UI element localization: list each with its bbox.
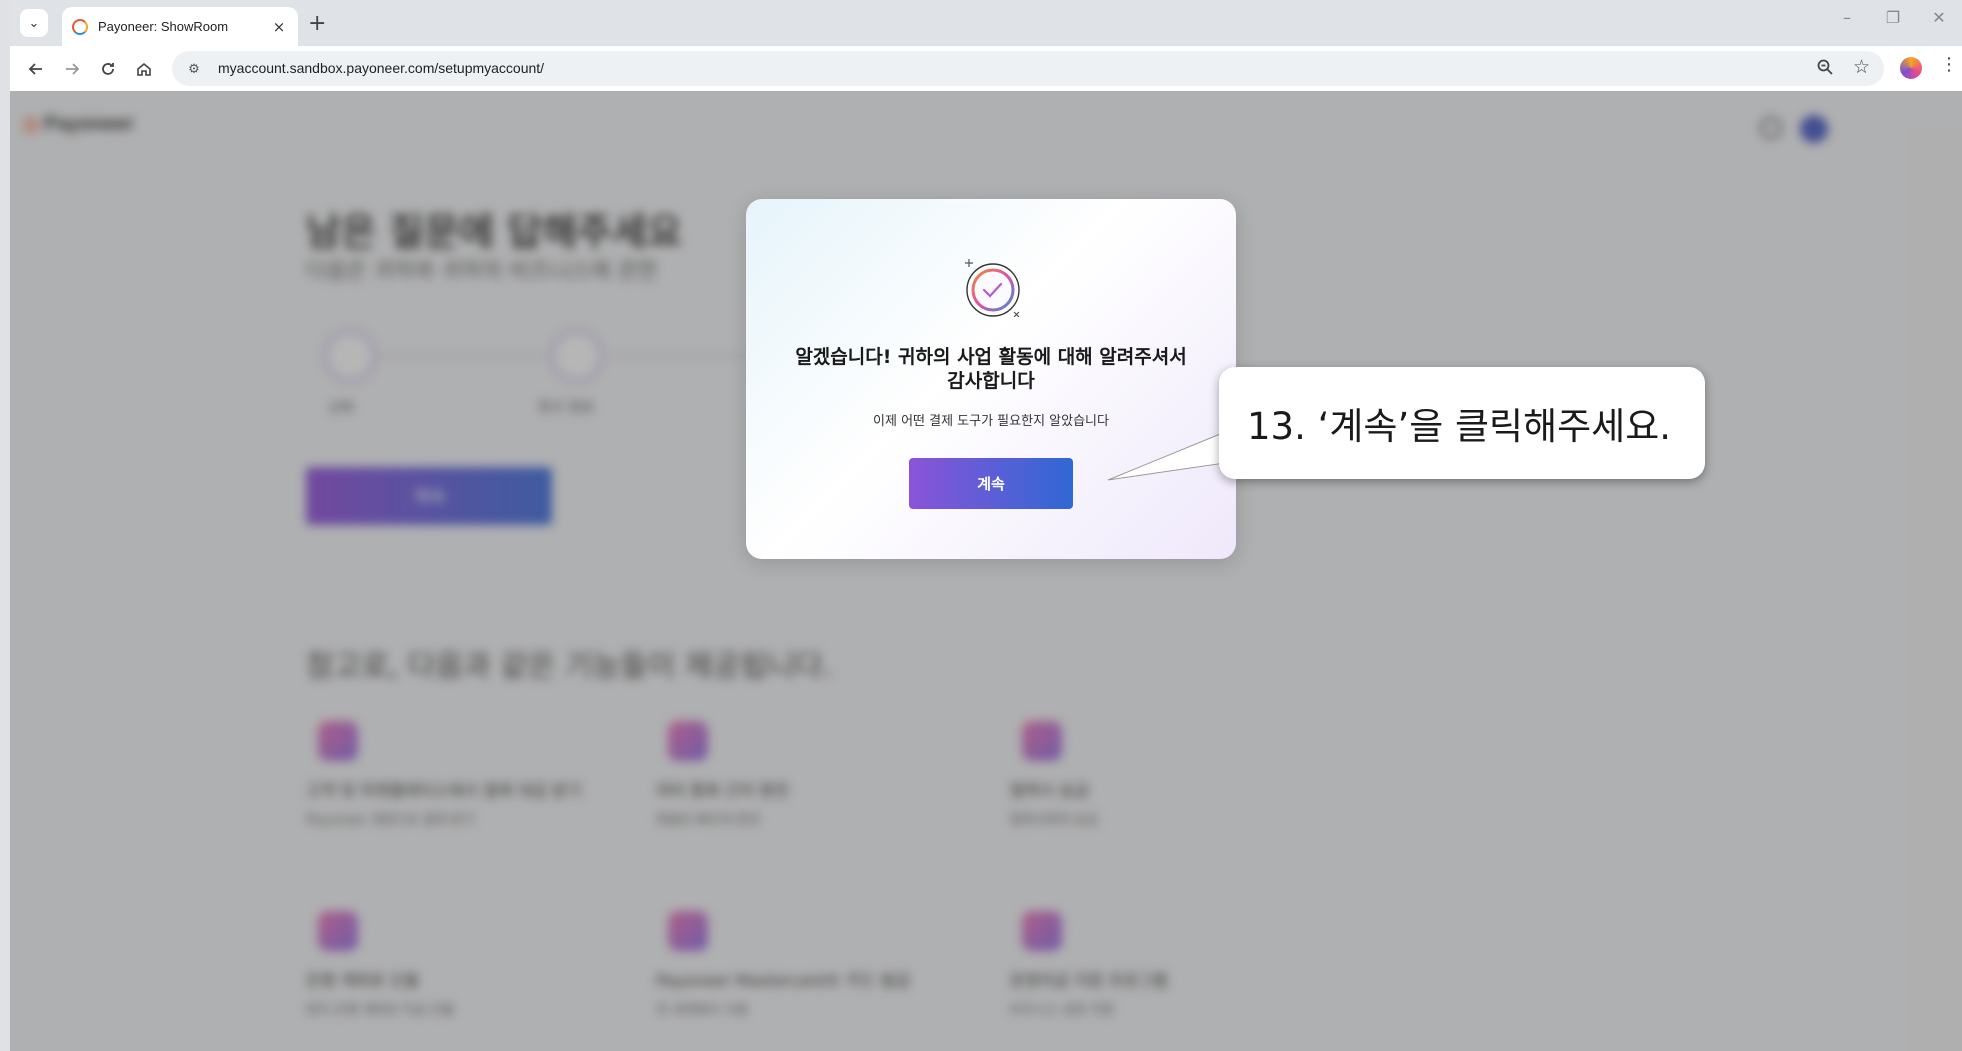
restore-button[interactable]: ❐ [1870, 8, 1916, 27]
reload-icon [102, 63, 114, 75]
page-viewport: Payoneer 남은 질문에 답해주세요 다음은 귀하와 귀하의 비즈니스에 … [10, 91, 1962, 1051]
modal-title: 알겠습니다! 귀하의 사업 활동에 대해 알려주셔서 감사합니다 [795, 346, 1187, 392]
minimize-button[interactable]: – [1824, 8, 1870, 27]
home-button[interactable] [130, 55, 158, 83]
tab-close-icon[interactable]: × [270, 18, 288, 36]
continue-button[interactable]: 계속 [909, 458, 1073, 509]
profile-avatar[interactable] [1900, 57, 1922, 79]
forward-button[interactable] [58, 55, 86, 83]
tab-title: Payoneer: ShowRoom [98, 19, 229, 34]
home-icon [137, 62, 151, 76]
tab-strip: ⌄ Payoneer: ShowRoom × + – ❐ ✕ [10, 0, 1962, 46]
browser-toolbar: ⚙ myaccount.sandbox.payoneer.com/setupmy… [10, 46, 1962, 91]
window-controls: – ❐ ✕ [1824, 8, 1962, 27]
url-text[interactable]: myaccount.sandbox.payoneer.com/setupmyac… [218, 60, 544, 76]
confirmation-modal: 알겠습니다! 귀하의 사업 활동에 대해 알려주셔서 감사합니다 이제 어떤 결… [746, 199, 1236, 559]
tab-search-button[interactable]: ⌄ [20, 9, 48, 37]
check-badge-icon [965, 259, 1020, 317]
zoom-icon[interactable] [1816, 58, 1834, 76]
new-tab-button[interactable]: + [308, 11, 326, 36]
payoneer-favicon-icon [72, 18, 88, 35]
instruction-callout: 13. ‘계속’을 클릭해주세요. [1219, 367, 1705, 479]
address-bar[interactable]: ⚙ myaccount.sandbox.payoneer.com/setupmy… [172, 51, 1884, 86]
star-icon[interactable]: ☆ [1853, 56, 1870, 78]
back-button[interactable] [22, 55, 50, 83]
arrow-left-icon [28, 63, 42, 75]
close-window-button[interactable]: ✕ [1916, 8, 1962, 27]
tune-icon[interactable]: ⚙ [184, 59, 204, 79]
callout-text: 13. ‘계속’을 클릭해주세요. [1247, 405, 1672, 448]
modal-description: 이제 어떤 결제 도구가 필요한지 알았습니다 [873, 414, 1109, 429]
arrow-right-icon [66, 63, 80, 75]
reload-button[interactable] [94, 55, 122, 83]
chevron-down-icon: ⌄ [28, 15, 40, 31]
more-vert-icon[interactable]: ⋮ [1940, 54, 1958, 75]
browser-tab[interactable]: Payoneer: ShowRoom × [62, 7, 298, 46]
